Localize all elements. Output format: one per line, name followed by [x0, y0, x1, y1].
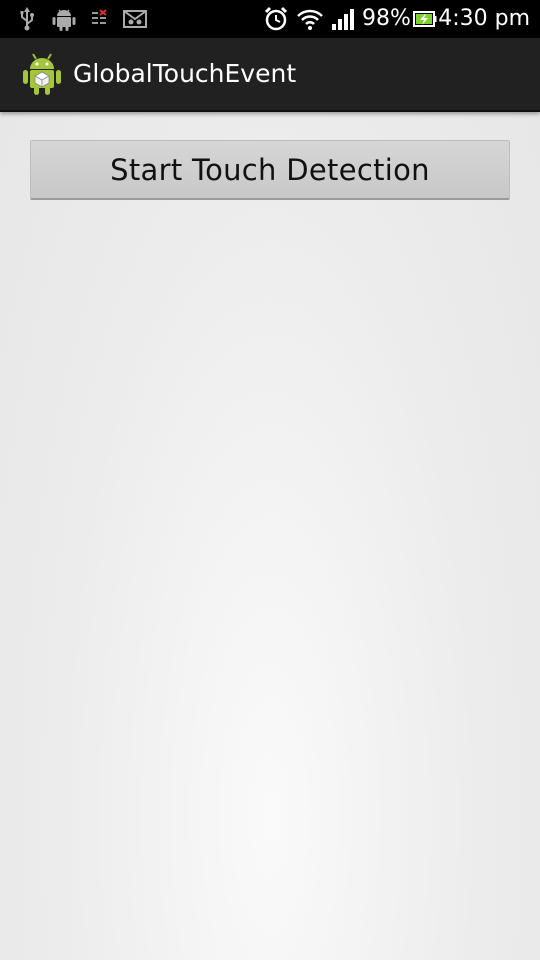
usb-icon [16, 7, 38, 31]
android-app-icon [22, 52, 62, 96]
signal-strength-icon [330, 7, 356, 31]
app-title: GlobalTouchEvent [73, 59, 297, 88]
android-debug-icon [50, 7, 78, 31]
battery-percent: 98% [362, 6, 411, 31]
start-touch-detection-button[interactable]: Start Touch Detection [30, 140, 510, 200]
status-time: 4:30 pm [438, 6, 530, 31]
alarm-clock-icon [262, 6, 290, 31]
status-bar: 98% 4:30 pm [0, 0, 540, 38]
action-bar: GlobalTouchEvent [0, 38, 540, 112]
wifi-icon [296, 7, 324, 31]
sim-card-icon [90, 7, 110, 31]
app-screen: 98% 4:30 pm GlobalTouchEvent Start Touch… [0, 0, 540, 960]
battery-charging-icon [412, 7, 438, 31]
voicemail-icon [122, 7, 148, 31]
